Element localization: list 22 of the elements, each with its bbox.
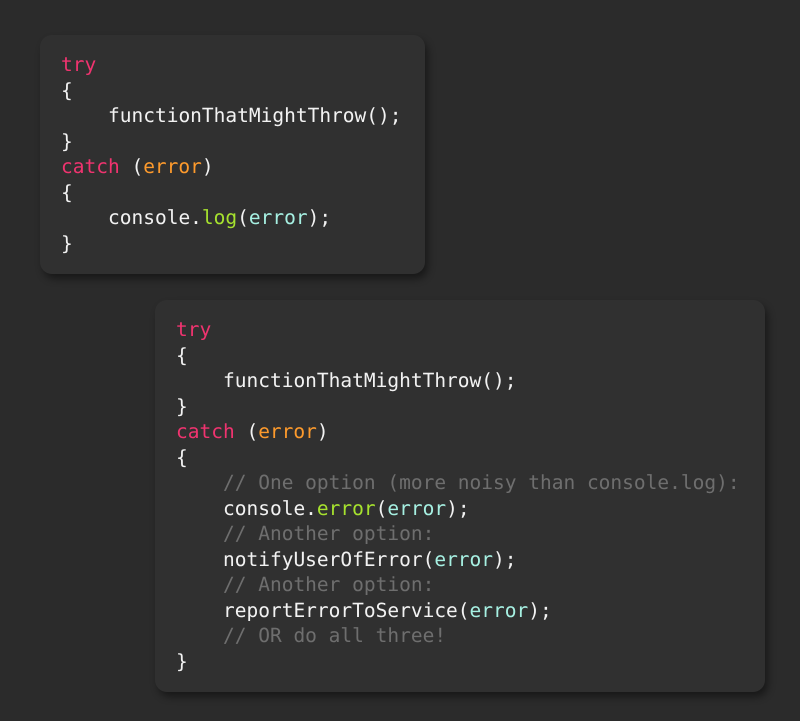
code-line: try [61, 53, 96, 76]
code-line: } [61, 130, 73, 152]
code-line: { [176, 446, 188, 468]
code-line: functionThatMightThrow(); [108, 104, 402, 127]
code-line: { [61, 78, 73, 102]
code-line: } [176, 394, 188, 418]
code-line: console.error(error); [223, 496, 470, 520]
code-line: functionThatMightThrow(); [223, 369, 516, 392]
code-line: notifyUserOfError(error); [223, 548, 517, 570]
code-comment: // OR do all three! [223, 624, 446, 647]
code-line: { [176, 344, 188, 366]
code-comment: // Another option: [223, 573, 434, 596]
code-line: } [176, 650, 188, 672]
code-line: { [61, 180, 73, 204]
code-line: } [61, 232, 73, 254]
code-line: try [176, 318, 212, 341]
code-comment: // Another option: [223, 522, 434, 545]
code-comment: // One option (more noisy than console.log): [223, 471, 740, 494]
code-line: reportErrorToService(error); [223, 598, 552, 622]
code-line: catch (error) [176, 420, 329, 443]
code-line: console.log(error); [108, 206, 332, 229]
code-line: catch (error) [61, 155, 214, 178]
